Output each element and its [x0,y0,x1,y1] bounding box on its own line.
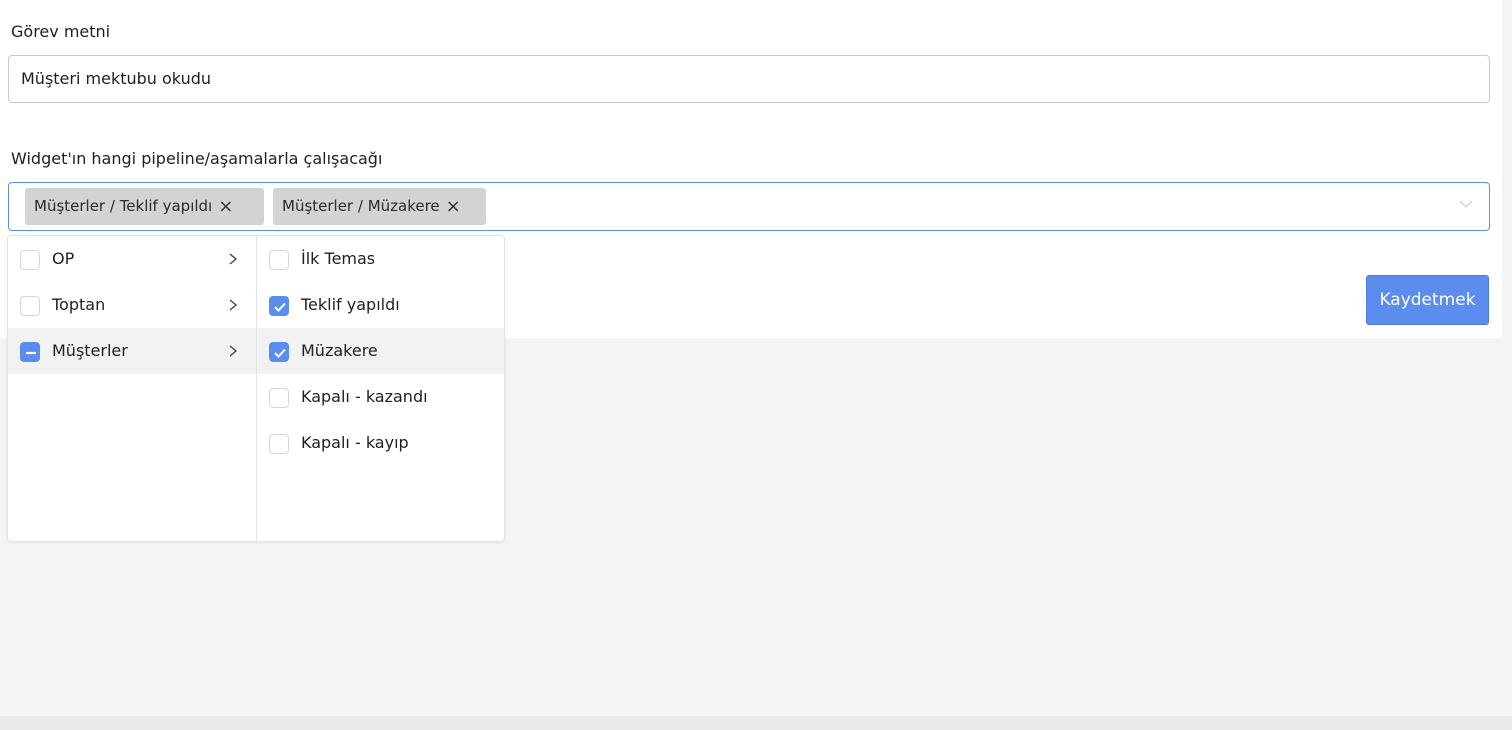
task-text-input[interactable]: Müşteri mektubu okudu [8,55,1490,103]
stage-item[interactable]: İlk Temas [257,236,504,282]
stage-item[interactable]: Teklif yapıldı [257,282,504,328]
selected-tag: Müşterler / Teklif yapıldı × [25,188,264,225]
pipeline-select-label: Widget'ın hangi pipeline/aşamalarla çalı… [11,149,383,168]
pipeline-cascader-dropdown: OP Toptan Müşterler İlk Temas Teklif yap… [7,235,505,542]
remove-tag-icon[interactable]: × [446,188,461,225]
pipeline-item-label: OP [52,249,75,268]
checkbox[interactable] [269,388,289,408]
check-icon [274,348,286,358]
stage-item-label: Kapalı - kayıp [301,433,409,452]
chevron-down-icon[interactable] [1459,197,1473,211]
bottom-bar [0,716,1512,730]
pipeline-item[interactable]: Toptan [8,282,256,328]
checkbox[interactable] [269,434,289,454]
checkbox-indeterminate[interactable] [20,342,40,362]
check-icon [274,302,286,312]
pipeline-item[interactable]: OP [8,236,256,282]
save-button[interactable]: Kaydetmek [1366,275,1489,325]
stage-item-label: Kapalı - kazandı [301,387,428,406]
checkbox-checked[interactable] [269,296,289,316]
selected-tag: Müşterler / Müzakere × [273,188,486,225]
chevron-right-icon [229,253,238,265]
chevron-right-icon [229,299,238,311]
stage-item[interactable]: Kapalı - kayıp [257,420,504,466]
chevron-right-icon [229,345,238,357]
pipeline-item-label: Müşterler [52,341,128,360]
selected-tag-label: Müşterler / Müzakere [282,197,440,215]
pipeline-item-label: Toptan [52,295,106,314]
minus-icon [26,351,36,355]
checkbox[interactable] [20,296,40,316]
checkbox-checked[interactable] [269,342,289,362]
checkbox[interactable] [269,250,289,270]
stage-item[interactable]: Kapalı - kazandı [257,374,504,420]
pipeline-multiselect[interactable]: Müşterler / Teklif yapıldı × Müşterler / … [8,182,1490,231]
stage-item[interactable]: Müzakere [257,328,504,374]
task-text-label: Görev metni [11,22,111,41]
stage-list: İlk Temas Teklif yapıldı Müzakere Kapalı… [257,236,504,541]
pipeline-item[interactable]: Müşterler [8,328,256,374]
checkbox[interactable] [20,250,40,270]
stage-item-label: Müzakere [301,341,378,360]
pipeline-list: OP Toptan Müşterler [8,236,257,541]
selected-tag-label: Müşterler / Teklif yapıldı [34,197,213,215]
stage-item-label: İlk Temas [301,249,376,268]
stage-item-label: Teklif yapıldı [301,295,400,314]
remove-tag-icon[interactable]: × [218,188,233,225]
